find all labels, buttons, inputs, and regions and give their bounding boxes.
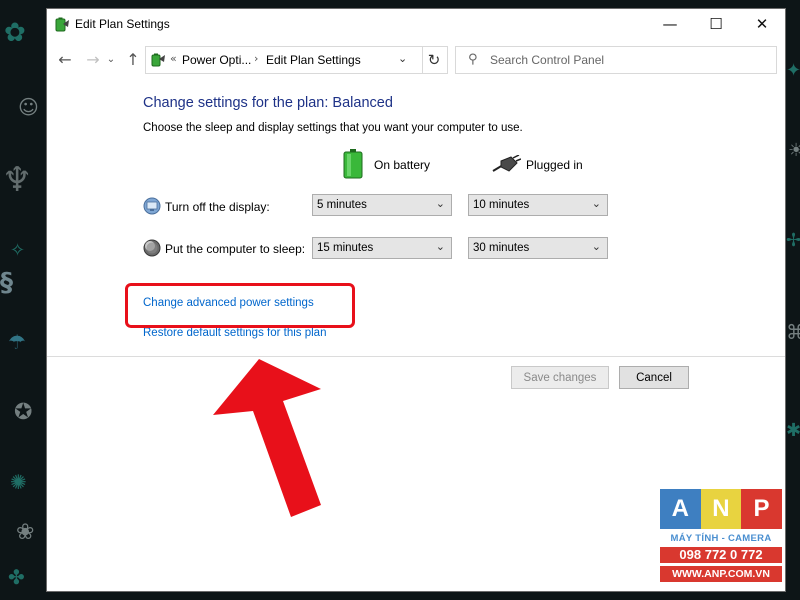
doodle-icon: ❀ xyxy=(16,520,35,545)
doodle-icon: ✧ xyxy=(10,240,26,261)
doodle-icon: ✪ xyxy=(14,400,33,425)
logo-letter: A xyxy=(660,489,701,529)
arrow-right-icon: → xyxy=(86,49,100,69)
arrow-left-icon: ← xyxy=(58,49,72,69)
selected-value: 5 minutes xyxy=(317,199,367,211)
anp-logo: A N P MÁY TÍNH - CAMERA 098 772 0 772 WW… xyxy=(660,489,782,585)
annotation-arrow-icon xyxy=(213,359,321,517)
power-plug-icon xyxy=(492,155,521,172)
chevron-down-icon: ⌄ xyxy=(106,53,116,65)
selected-value: 10 minutes xyxy=(473,199,530,211)
doodle-icon: ✿ xyxy=(4,18,26,48)
doodle-icon: ⌘ xyxy=(786,320,800,344)
refresh-icon: ↻ xyxy=(427,51,441,69)
chevron-down-icon[interactable]: ⌄ xyxy=(398,52,407,65)
doodle-icon: ✺ xyxy=(10,470,27,494)
sleep-on-battery-select[interactable]: 15 minutes ⌄ xyxy=(312,237,452,259)
divider xyxy=(47,356,785,357)
doodle-icon: ☂ xyxy=(8,330,26,354)
doodle-icon: § xyxy=(0,268,13,298)
recent-locations-button[interactable]: ⌄ xyxy=(105,49,117,69)
breadcrumb-item-edit-plan-settings[interactable]: Edit Plan Settings xyxy=(266,53,361,67)
display-on-battery-select[interactable]: 5 minutes ⌄ xyxy=(312,194,452,216)
logo-phone: 098 772 0 772 xyxy=(660,547,782,563)
logo-letter: P xyxy=(741,489,782,529)
power-options-icon xyxy=(151,53,165,67)
up-button[interactable]: ↑ xyxy=(123,49,143,69)
logo-letter: N xyxy=(700,489,742,529)
page-description: Choose the sleep and display settings th… xyxy=(143,122,523,134)
search-box[interactable]: ⚲ xyxy=(455,46,777,74)
moon-icon xyxy=(143,239,161,257)
column-header-on-battery: On battery xyxy=(374,158,431,172)
cancel-button[interactable]: Cancel xyxy=(619,366,689,389)
window-title: Edit Plan Settings xyxy=(75,17,170,31)
search-icon: ⚲ xyxy=(468,52,478,67)
breadcrumb-overflow-icon[interactable]: « xyxy=(170,52,177,65)
minimize-button[interactable]: — xyxy=(647,9,693,39)
logo-subtitle: MÁY TÍNH - CAMERA xyxy=(670,533,772,544)
maximize-icon: ☐ xyxy=(709,15,723,33)
breadcrumb[interactable]: « Power Opti... › Edit Plan Settings ⌄ xyxy=(145,46,423,74)
monitor-icon xyxy=(143,197,161,215)
column-header-plugged-in: Plugged in xyxy=(526,158,583,172)
battery-icon xyxy=(343,149,363,179)
chevron-down-icon: ⌄ xyxy=(591,197,601,210)
doodle-icon: ✱ xyxy=(786,420,800,441)
arrow-up-icon: ↑ xyxy=(126,49,140,69)
page-title: Change settings for the plan: Balanced xyxy=(143,95,393,111)
doodle-icon: ♆ xyxy=(2,160,33,200)
doodle-icon: ✦ xyxy=(786,60,800,81)
doodle-icon: ✤ xyxy=(8,565,25,589)
highlight-annotation xyxy=(125,283,355,328)
power-options-icon xyxy=(55,17,69,32)
row-label-sleep: Put the computer to sleep: xyxy=(165,242,306,256)
close-icon: ✕ xyxy=(755,15,769,33)
chevron-down-icon: ⌄ xyxy=(435,197,445,210)
title-bar[interactable]: Edit Plan Settings — ☐ ✕ xyxy=(47,9,785,39)
search-input[interactable] xyxy=(490,51,760,69)
selected-value: 15 minutes xyxy=(317,242,374,254)
doodle-icon: ✢ xyxy=(786,230,800,251)
minimize-icon: — xyxy=(662,15,678,33)
chevron-down-icon: ⌄ xyxy=(435,240,445,253)
doodle-icon: ☀ xyxy=(788,140,800,161)
logo-letters: A N P xyxy=(660,489,782,529)
breadcrumb-item-power-options[interactable]: Power Opti... xyxy=(182,53,251,67)
restore-default-settings-link[interactable]: Restore default settings for this plan xyxy=(143,327,326,339)
doodle-icon: ☺ xyxy=(18,95,39,119)
address-bar: ← → ⌄ ↑ « Power Opti... › Edit Plan Sett… xyxy=(47,39,785,81)
logo-website: WWW.ANP.COM.VN xyxy=(660,566,782,582)
refresh-button[interactable]: ↻ xyxy=(421,46,448,74)
selected-value: 30 minutes xyxy=(473,242,530,254)
sleep-plugged-in-select[interactable]: 30 minutes ⌄ xyxy=(468,237,608,259)
forward-button[interactable]: → xyxy=(83,49,103,69)
close-button[interactable]: ✕ xyxy=(739,9,785,39)
display-plugged-in-select[interactable]: 10 minutes ⌄ xyxy=(468,194,608,216)
maximize-button[interactable]: ☐ xyxy=(693,9,739,39)
back-button[interactable]: ← xyxy=(55,49,75,69)
chevron-right-icon[interactable]: › xyxy=(254,52,258,65)
row-label-display: Turn off the display: xyxy=(165,200,270,214)
chevron-down-icon: ⌄ xyxy=(591,240,601,253)
save-changes-button[interactable]: Save changes xyxy=(511,366,609,389)
